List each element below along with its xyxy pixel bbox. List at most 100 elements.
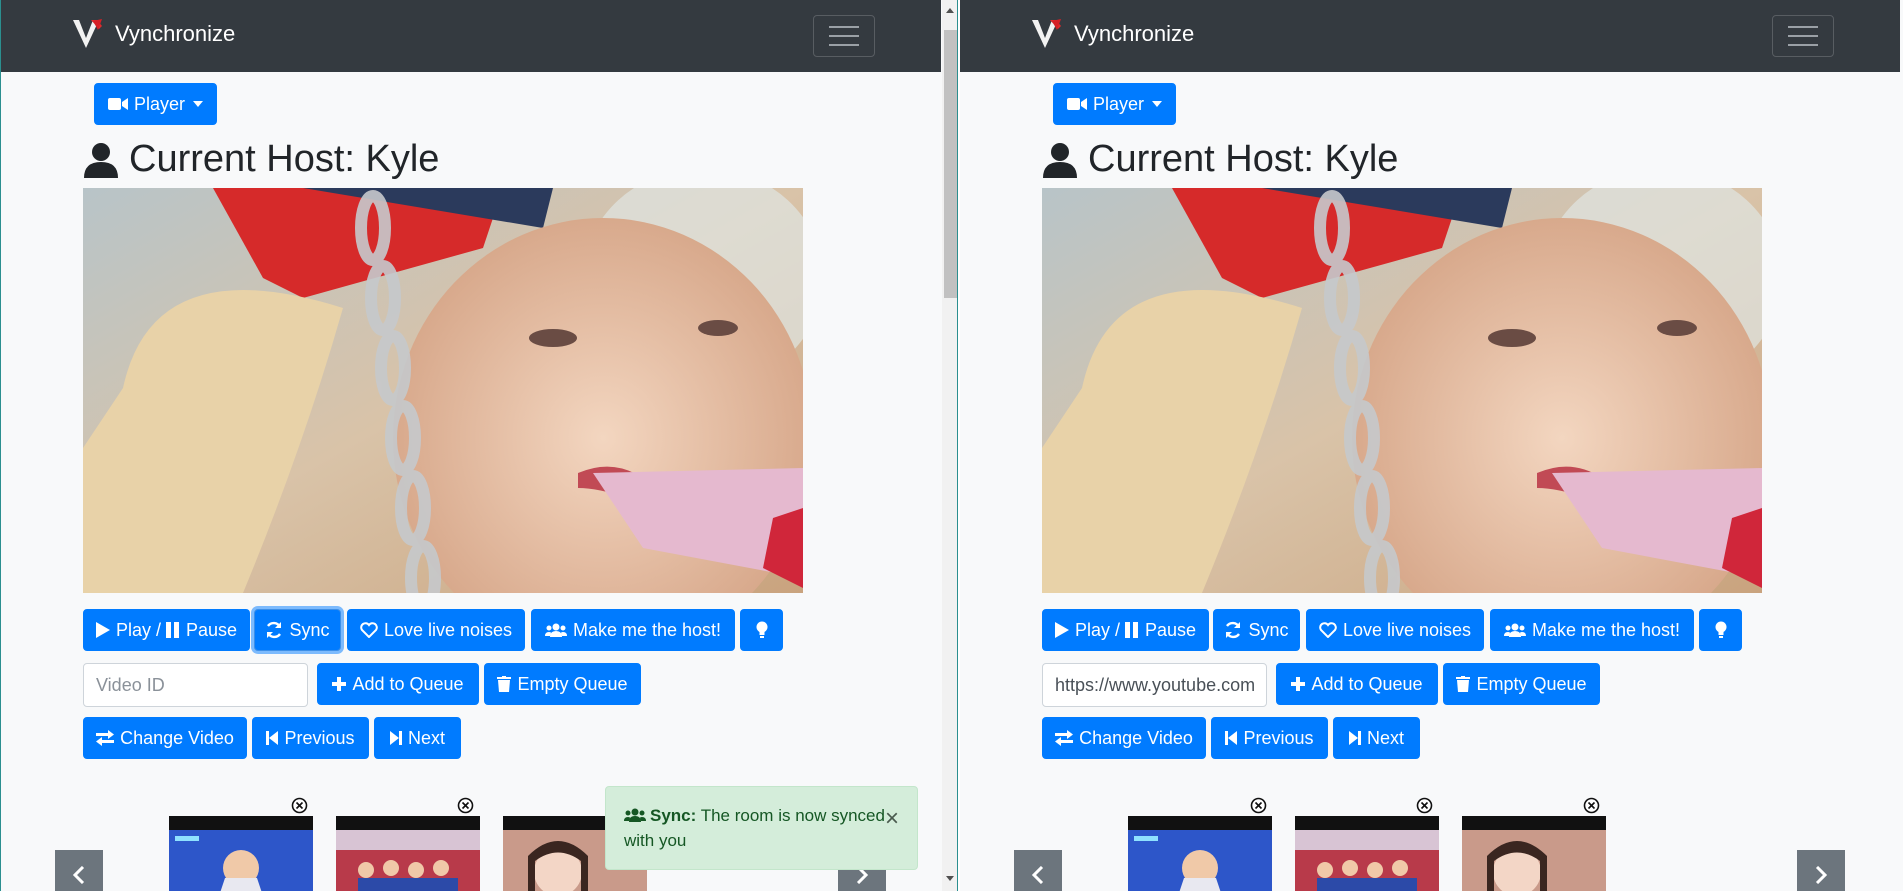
chevron-down-icon (1152, 101, 1163, 107)
plus-icon (1291, 677, 1306, 691)
make-me-host-label: Make me the host! (1531, 619, 1681, 640)
make-me-host-label: Make me the host! (572, 619, 722, 640)
love-live-noises-label: Love live noises (1342, 619, 1472, 640)
video-id-input[interactable] (83, 663, 308, 707)
remove-queue-item-icon[interactable] (1416, 797, 1433, 814)
empty-queue-button[interactable]: Empty Queue (1443, 663, 1600, 705)
brand-name: Vynchronize (115, 21, 236, 46)
make-me-host-button[interactable]: Make me the host! (1490, 609, 1694, 651)
navbar: Vynchronize (960, 0, 1900, 72)
user-icon (1043, 142, 1077, 178)
love-live-noises-button[interactable]: Love live noises (1306, 609, 1484, 651)
empty-queue-button[interactable]: Empty Queue (484, 663, 641, 705)
navbar: Vynchronize (1, 0, 941, 72)
queue-item[interactable] (1128, 816, 1272, 891)
current-host-label: Current Host: Kyle (129, 138, 440, 180)
navbar-toggler-button[interactable] (813, 15, 875, 57)
sync-icon (1226, 621, 1241, 639)
step-forward-icon (389, 731, 402, 745)
sync-label: Sync (1248, 619, 1289, 640)
play-pause-button[interactable]: Play / Pause (83, 609, 250, 651)
users-icon (544, 623, 567, 637)
player-dropdown-button[interactable]: Player (1053, 83, 1176, 125)
player-dropdown-label: Player (133, 93, 186, 114)
lightbulb-button[interactable] (1699, 609, 1742, 651)
pause-label: Pause (1144, 619, 1197, 640)
trash-icon (497, 676, 512, 692)
heart-icon (360, 622, 378, 638)
previous-button[interactable]: Previous (1211, 717, 1328, 759)
trash-icon (1456, 676, 1471, 692)
users-icon (1503, 623, 1526, 637)
queue-item[interactable] (169, 816, 313, 891)
hamburger-icon (829, 26, 859, 46)
chevron-left-icon (73, 866, 85, 884)
users-icon (624, 808, 646, 822)
navbar-toggler-button[interactable] (1772, 15, 1834, 57)
next-label: Next (407, 727, 445, 748)
lightbulb-button[interactable] (740, 609, 783, 651)
sync-button[interactable]: Sync (254, 609, 341, 651)
queue-item[interactable] (336, 816, 480, 891)
queue-carousel (960, 792, 1900, 891)
scroll-thumb[interactable] (944, 30, 957, 298)
queue-item[interactable] (1462, 816, 1606, 891)
pause-icon (165, 622, 179, 638)
sync-icon (267, 621, 282, 639)
next-button[interactable]: Next (374, 717, 461, 759)
change-video-label: Change Video (1079, 727, 1193, 748)
brand[interactable]: Vynchronize (71, 16, 235, 52)
chevron-right-icon (1815, 866, 1827, 884)
remove-queue-item-icon[interactable] (457, 797, 474, 814)
play-icon (1054, 622, 1069, 638)
add-to-queue-label: Add to Queue (1311, 673, 1423, 694)
remove-queue-item-icon[interactable] (1583, 797, 1600, 814)
change-video-label: Change Video (120, 727, 234, 748)
play-label: Play / (115, 619, 166, 640)
chevron-left-icon (1032, 866, 1044, 884)
remove-queue-item-icon[interactable] (1250, 797, 1267, 814)
sync-label: Sync (289, 619, 330, 640)
carousel-prev-button[interactable] (55, 850, 103, 891)
page-title: Current Host: Kyle (1042, 138, 1398, 181)
right-browser-pane: Vynchronize Player Current Host: Kyle Pl… (960, 0, 1903, 891)
change-video-button[interactable]: Change Video (1042, 717, 1206, 759)
remove-queue-item-icon[interactable] (291, 797, 308, 814)
scroll-down-arrow[interactable] (946, 876, 954, 881)
heart-icon (1319, 622, 1337, 638)
previous-button[interactable]: Previous (252, 717, 369, 759)
chevron-down-icon (193, 101, 204, 107)
step-backward-icon (1225, 731, 1238, 745)
play-label: Play / (1074, 619, 1125, 640)
next-button[interactable]: Next (1333, 717, 1420, 759)
carousel-prev-button[interactable] (1014, 850, 1062, 891)
player-dropdown-button[interactable]: Player (94, 83, 217, 125)
scroll-up-arrow[interactable] (946, 8, 954, 13)
play-pause-button[interactable]: Play / Pause (1042, 609, 1209, 651)
exchange-icon (1055, 730, 1074, 746)
love-live-noises-button[interactable]: Love live noises (347, 609, 525, 651)
sync-button[interactable]: Sync (1213, 609, 1300, 651)
brand[interactable]: Vynchronize (1030, 16, 1194, 52)
toast-close-button[interactable]: × (885, 807, 899, 831)
step-forward-icon (1348, 731, 1361, 745)
video-player[interactable] (1042, 188, 1762, 593)
lightbulb-icon (1715, 621, 1726, 638)
page-title: Current Host: Kyle (83, 138, 439, 181)
queue-item[interactable] (1295, 816, 1439, 891)
add-to-queue-button[interactable]: Add to Queue (317, 663, 479, 705)
add-to-queue-button[interactable]: Add to Queue (1276, 663, 1438, 705)
video-id-input[interactable] (1042, 663, 1267, 707)
change-video-button[interactable]: Change Video (83, 717, 247, 759)
video-frame-image (83, 188, 803, 593)
video-camera-icon (107, 98, 128, 110)
carousel-next-button[interactable] (1797, 850, 1845, 891)
vertical-scrollbar[interactable] (942, 0, 957, 891)
lightbulb-icon (756, 621, 767, 638)
empty-queue-label: Empty Queue (517, 673, 628, 694)
vynchronize-logo-icon (73, 19, 102, 48)
plus-icon (332, 677, 347, 691)
make-me-host-button[interactable]: Make me the host! (531, 609, 735, 651)
hamburger-icon (1788, 26, 1818, 46)
video-player[interactable] (83, 188, 803, 593)
